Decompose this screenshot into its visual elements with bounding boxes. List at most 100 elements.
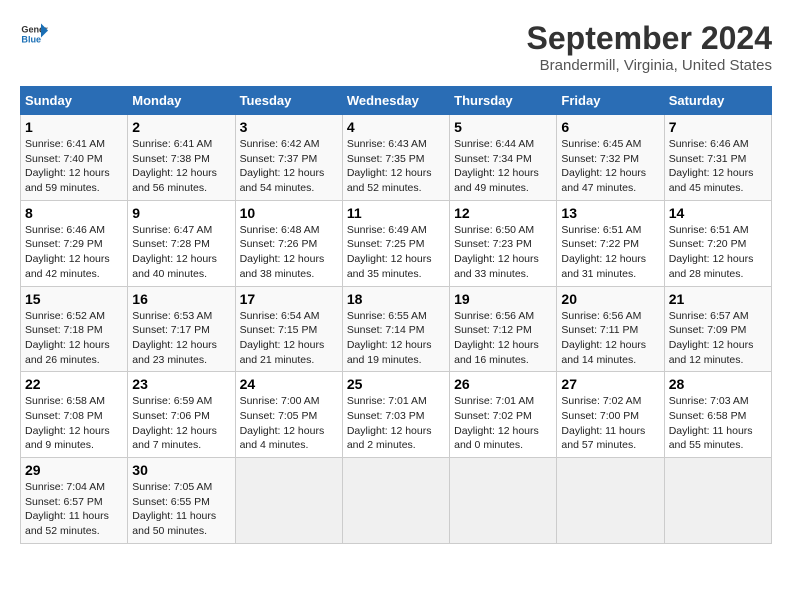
col-monday: Monday — [128, 87, 235, 115]
calendar-cell: 16 Sunrise: 6:53 AMSunset: 7:17 PMDaylig… — [128, 286, 235, 372]
calendar-cell: 18 Sunrise: 6:55 AMSunset: 7:14 PMDaylig… — [342, 286, 449, 372]
day-info: Sunrise: 6:56 AMSunset: 7:12 PMDaylight:… — [454, 310, 539, 366]
calendar-cell: 30 Sunrise: 7:05 AMSunset: 6:55 PMDaylig… — [128, 458, 235, 544]
day-info: Sunrise: 6:47 AMSunset: 7:28 PMDaylight:… — [132, 224, 217, 280]
calendar-cell: 13 Sunrise: 6:51 AMSunset: 7:22 PMDaylig… — [557, 200, 664, 286]
calendar-cell — [342, 458, 449, 544]
day-info: Sunrise: 6:55 AMSunset: 7:14 PMDaylight:… — [347, 310, 432, 366]
day-number: 3 — [240, 119, 338, 135]
day-info: Sunrise: 7:05 AMSunset: 6:55 PMDaylight:… — [132, 481, 216, 537]
table-row: 1 Sunrise: 6:41 AMSunset: 7:40 PMDayligh… — [21, 115, 772, 201]
day-info: Sunrise: 6:42 AMSunset: 7:37 PMDaylight:… — [240, 138, 325, 194]
calendar-cell: 11 Sunrise: 6:49 AMSunset: 7:25 PMDaylig… — [342, 200, 449, 286]
day-number: 30 — [132, 462, 230, 478]
day-number: 2 — [132, 119, 230, 135]
calendar-cell: 9 Sunrise: 6:47 AMSunset: 7:28 PMDayligh… — [128, 200, 235, 286]
calendar-cell: 10 Sunrise: 6:48 AMSunset: 7:26 PMDaylig… — [235, 200, 342, 286]
day-info: Sunrise: 6:54 AMSunset: 7:15 PMDaylight:… — [240, 310, 325, 366]
calendar-cell: 15 Sunrise: 6:52 AMSunset: 7:18 PMDaylig… — [21, 286, 128, 372]
calendar-cell — [235, 458, 342, 544]
day-number: 1 — [25, 119, 123, 135]
day-number: 13 — [561, 205, 659, 221]
day-info: Sunrise: 7:00 AMSunset: 7:05 PMDaylight:… — [240, 395, 325, 451]
col-sunday: Sunday — [21, 87, 128, 115]
calendar-cell: 2 Sunrise: 6:41 AMSunset: 7:38 PMDayligh… — [128, 115, 235, 201]
calendar-cell: 21 Sunrise: 6:57 AMSunset: 7:09 PMDaylig… — [664, 286, 771, 372]
calendar-cell: 5 Sunrise: 6:44 AMSunset: 7:34 PMDayligh… — [450, 115, 557, 201]
day-number: 16 — [132, 291, 230, 307]
calendar-cell: 3 Sunrise: 6:42 AMSunset: 7:37 PMDayligh… — [235, 115, 342, 201]
day-info: Sunrise: 6:48 AMSunset: 7:26 PMDaylight:… — [240, 224, 325, 280]
day-number: 17 — [240, 291, 338, 307]
table-row: 22 Sunrise: 6:58 AMSunset: 7:08 PMDaylig… — [21, 372, 772, 458]
calendar-cell: 6 Sunrise: 6:45 AMSunset: 7:32 PMDayligh… — [557, 115, 664, 201]
calendar-cell: 17 Sunrise: 6:54 AMSunset: 7:15 PMDaylig… — [235, 286, 342, 372]
day-info: Sunrise: 6:58 AMSunset: 7:08 PMDaylight:… — [25, 395, 110, 451]
day-info: Sunrise: 6:45 AMSunset: 7:32 PMDaylight:… — [561, 138, 646, 194]
day-number: 24 — [240, 376, 338, 392]
calendar-table: Sunday Monday Tuesday Wednesday Thursday… — [20, 86, 772, 544]
calendar-cell: 14 Sunrise: 6:51 AMSunset: 7:20 PMDaylig… — [664, 200, 771, 286]
day-number: 4 — [347, 119, 445, 135]
day-number: 14 — [669, 205, 767, 221]
column-header-row: Sunday Monday Tuesday Wednesday Thursday… — [21, 87, 772, 115]
day-info: Sunrise: 6:51 AMSunset: 7:20 PMDaylight:… — [669, 224, 754, 280]
page-title: September 2024 — [527, 20, 772, 57]
page-subtitle: Brandermill, Virginia, United States — [527, 57, 772, 74]
col-friday: Friday — [557, 87, 664, 115]
calendar-cell: 19 Sunrise: 6:56 AMSunset: 7:12 PMDaylig… — [450, 286, 557, 372]
day-number: 6 — [561, 119, 659, 135]
day-number: 27 — [561, 376, 659, 392]
col-tuesday: Tuesday — [235, 87, 342, 115]
day-number: 20 — [561, 291, 659, 307]
day-number: 25 — [347, 376, 445, 392]
day-number: 8 — [25, 205, 123, 221]
day-number: 9 — [132, 205, 230, 221]
day-number: 10 — [240, 205, 338, 221]
day-info: Sunrise: 7:01 AMSunset: 7:03 PMDaylight:… — [347, 395, 432, 451]
day-number: 11 — [347, 205, 445, 221]
calendar-cell — [664, 458, 771, 544]
day-info: Sunrise: 7:04 AMSunset: 6:57 PMDaylight:… — [25, 481, 109, 537]
calendar-cell: 23 Sunrise: 6:59 AMSunset: 7:06 PMDaylig… — [128, 372, 235, 458]
calendar-cell: 25 Sunrise: 7:01 AMSunset: 7:03 PMDaylig… — [342, 372, 449, 458]
logo-icon: General Blue — [20, 20, 48, 48]
day-info: Sunrise: 7:01 AMSunset: 7:02 PMDaylight:… — [454, 395, 539, 451]
day-info: Sunrise: 6:43 AMSunset: 7:35 PMDaylight:… — [347, 138, 432, 194]
calendar-cell: 28 Sunrise: 7:03 AMSunset: 6:58 PMDaylig… — [664, 372, 771, 458]
table-row: 15 Sunrise: 6:52 AMSunset: 7:18 PMDaylig… — [21, 286, 772, 372]
calendar-cell: 20 Sunrise: 6:56 AMSunset: 7:11 PMDaylig… — [557, 286, 664, 372]
logo: General Blue — [20, 20, 48, 48]
calendar-cell: 8 Sunrise: 6:46 AMSunset: 7:29 PMDayligh… — [21, 200, 128, 286]
title-area: September 2024 Brandermill, Virginia, Un… — [527, 20, 772, 74]
day-info: Sunrise: 7:02 AMSunset: 7:00 PMDaylight:… — [561, 395, 645, 451]
day-info: Sunrise: 6:49 AMSunset: 7:25 PMDaylight:… — [347, 224, 432, 280]
calendar-cell: 4 Sunrise: 6:43 AMSunset: 7:35 PMDayligh… — [342, 115, 449, 201]
header: General Blue September 2024 Brandermill,… — [20, 20, 772, 74]
day-number: 12 — [454, 205, 552, 221]
day-info: Sunrise: 6:46 AMSunset: 7:29 PMDaylight:… — [25, 224, 110, 280]
day-info: Sunrise: 6:59 AMSunset: 7:06 PMDaylight:… — [132, 395, 217, 451]
day-info: Sunrise: 6:44 AMSunset: 7:34 PMDaylight:… — [454, 138, 539, 194]
calendar-cell — [450, 458, 557, 544]
day-number: 28 — [669, 376, 767, 392]
day-info: Sunrise: 6:46 AMSunset: 7:31 PMDaylight:… — [669, 138, 754, 194]
day-info: Sunrise: 6:41 AMSunset: 7:40 PMDaylight:… — [25, 138, 110, 194]
col-thursday: Thursday — [450, 87, 557, 115]
calendar-cell: 26 Sunrise: 7:01 AMSunset: 7:02 PMDaylig… — [450, 372, 557, 458]
day-number: 7 — [669, 119, 767, 135]
day-info: Sunrise: 6:52 AMSunset: 7:18 PMDaylight:… — [25, 310, 110, 366]
day-number: 19 — [454, 291, 552, 307]
svg-text:Blue: Blue — [21, 34, 41, 44]
day-number: 26 — [454, 376, 552, 392]
day-info: Sunrise: 6:57 AMSunset: 7:09 PMDaylight:… — [669, 310, 754, 366]
day-number: 18 — [347, 291, 445, 307]
day-info: Sunrise: 7:03 AMSunset: 6:58 PMDaylight:… — [669, 395, 753, 451]
day-info: Sunrise: 6:41 AMSunset: 7:38 PMDaylight:… — [132, 138, 217, 194]
col-wednesday: Wednesday — [342, 87, 449, 115]
day-number: 21 — [669, 291, 767, 307]
calendar-cell — [557, 458, 664, 544]
day-number: 5 — [454, 119, 552, 135]
table-row: 8 Sunrise: 6:46 AMSunset: 7:29 PMDayligh… — [21, 200, 772, 286]
day-info: Sunrise: 6:51 AMSunset: 7:22 PMDaylight:… — [561, 224, 646, 280]
